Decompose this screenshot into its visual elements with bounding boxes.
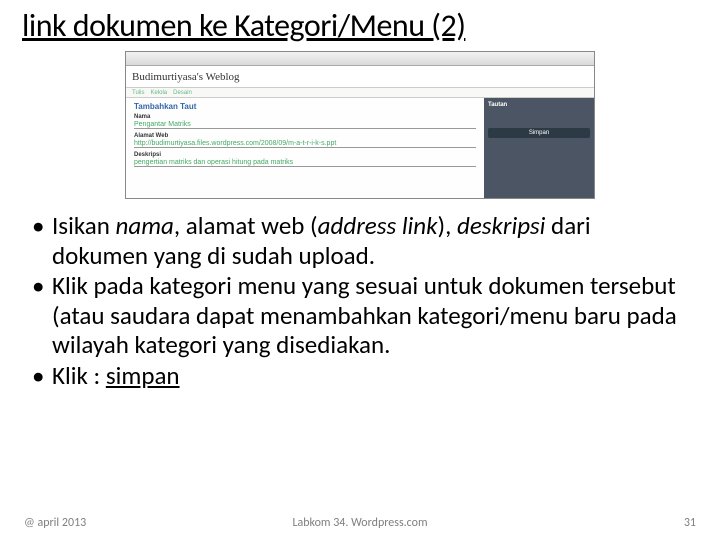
input-nama[interactable]: Pengantar Matriks	[134, 120, 476, 129]
footer: @ april 2013 Labkom 34. Wordpress.com 31	[0, 516, 720, 530]
slide-title: link dokumen ke Kategori/Menu (2)	[0, 0, 720, 47]
input-deskripsi[interactable]: pengertian matriks dan operasi hitung pa…	[134, 158, 476, 167]
text: , alamat web (	[174, 210, 318, 241]
footer-page-number: 31	[684, 516, 696, 530]
blog-header: Budimurtiyasa's Weblog	[126, 66, 594, 88]
save-button[interactable]: Simpan	[488, 128, 590, 138]
form-sidebar: Tautan Simpan	[484, 98, 594, 198]
screenshot: Budimurtiyasa's Weblog Tulis Kelola Desa…	[125, 51, 595, 199]
bullet-list: Isikan nama, alamat web (address link), …	[0, 207, 720, 390]
bullet-item-2: Klik pada kategori menu yang sesuai untu…	[52, 271, 690, 360]
tab: Tulis	[132, 90, 144, 96]
tab: Kelola	[150, 90, 167, 96]
text: Klik :	[52, 360, 106, 391]
text-italic: address link	[318, 210, 438, 241]
footer-center: Labkom 34. Wordpress.com	[0, 516, 720, 530]
bullet-item-1: Isikan nama, alamat web (address link), …	[52, 211, 690, 270]
admin-tabs: Tulis Kelola Desain	[126, 88, 594, 98]
tab: Desain	[173, 90, 192, 96]
footer-left: @ april 2013	[24, 516, 86, 530]
form-section-title: Tambahkan Taut	[134, 102, 476, 111]
sidebar-title: Tautan	[488, 102, 590, 108]
text: Isikan	[52, 210, 116, 241]
blog-title: Budimurtiyasa's Weblog	[132, 71, 240, 83]
browser-toolbar	[126, 52, 594, 66]
input-alamat[interactable]: http://budimurtiyasa.files.wordpress.com…	[134, 139, 476, 148]
text-italic: nama	[116, 210, 174, 241]
text: ),	[438, 210, 457, 241]
form-main: Tambahkan Taut Nama Pengantar Matriks Al…	[126, 98, 484, 198]
bullet-item-3: Klik : simpan	[52, 361, 690, 391]
text-italic: deskripsi	[457, 210, 545, 241]
text-underline: simpan	[106, 360, 180, 391]
